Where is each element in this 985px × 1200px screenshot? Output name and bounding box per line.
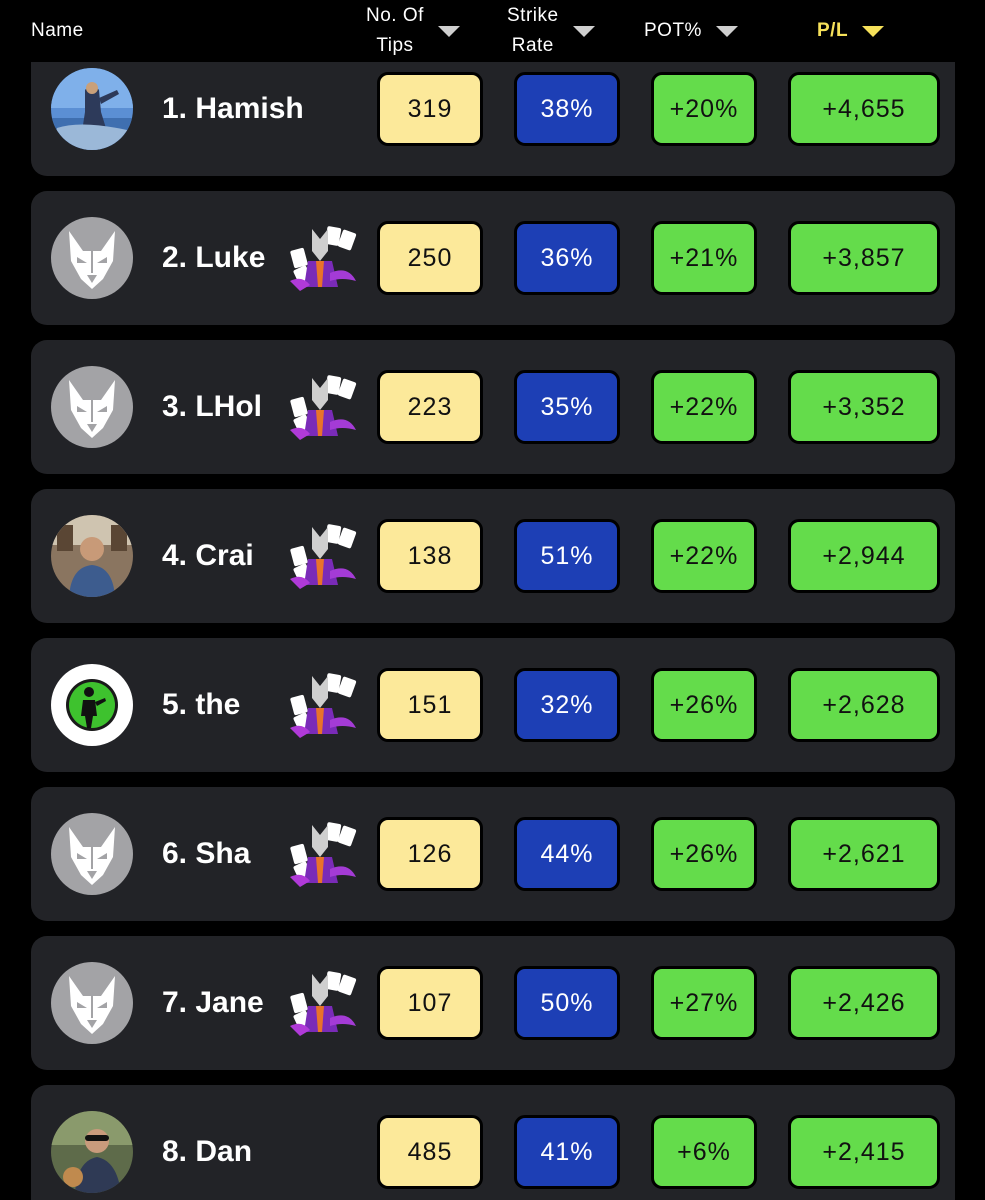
profit-loss: +2,415 bbox=[788, 1115, 940, 1189]
strike-rate: 35% bbox=[514, 370, 620, 444]
column-header-pot-label: POT% bbox=[644, 20, 702, 41]
leaderboard-row[interactable]: 8. Dan 485 41% +6% +2,415 bbox=[31, 1085, 955, 1200]
tips-label-line1: No. Of bbox=[366, 5, 424, 26]
joker-wolf-badge-icon bbox=[286, 966, 362, 1038]
profit-loss: +3,857 bbox=[788, 221, 940, 295]
leaderboard-row[interactable]: 2. Luke 250 36% +21% +3,857 bbox=[31, 191, 955, 325]
pot-percent: +22% bbox=[651, 370, 757, 444]
column-header-strike-rate[interactable]: Strike Rate bbox=[507, 0, 595, 62]
column-header-pl-label: P/L bbox=[817, 20, 849, 41]
leaderboard-row[interactable]: 3. LHol 223 35% +22% +3,352 bbox=[31, 340, 955, 474]
profit-loss: +2,621 bbox=[788, 817, 940, 891]
tips-count: 485 bbox=[377, 1115, 483, 1189]
leaderboard-row[interactable]: 6. Sha 126 44% +26% +2,621 bbox=[31, 787, 955, 921]
strike-rate: 38% bbox=[514, 72, 620, 146]
joker-wolf-badge-icon bbox=[286, 817, 362, 889]
profit-loss: +2,426 bbox=[788, 966, 940, 1040]
profit-loss: +2,628 bbox=[788, 668, 940, 742]
column-header-name[interactable]: Name bbox=[31, 0, 84, 62]
photo-avatar-icon[interactable] bbox=[51, 68, 133, 150]
strike-rate: 50% bbox=[514, 966, 620, 1040]
strike-rate: 41% bbox=[514, 1115, 620, 1189]
wolf-avatar-icon[interactable] bbox=[51, 217, 133, 299]
wolf-avatar-icon[interactable] bbox=[51, 962, 133, 1044]
strike-rate: 44% bbox=[514, 817, 620, 891]
sort-chevron-down-icon[interactable] bbox=[572, 25, 595, 37]
player-name[interactable]: 5. the bbox=[162, 682, 240, 728]
strike-rate: 32% bbox=[514, 668, 620, 742]
tips-count: 151 bbox=[377, 668, 483, 742]
strike-label-line1: Strike bbox=[507, 5, 559, 26]
joker-wolf-badge-icon bbox=[286, 668, 362, 740]
tips-count: 250 bbox=[377, 221, 483, 295]
photo-avatar-icon[interactable] bbox=[51, 1111, 133, 1193]
player-name[interactable]: 8. Dan bbox=[162, 1129, 252, 1175]
column-header-pl[interactable]: P/L bbox=[817, 0, 885, 62]
tips-count: 223 bbox=[377, 370, 483, 444]
sort-chevron-down-icon[interactable] bbox=[437, 25, 460, 37]
leaderboard-screen: 1. Hamish 319 38% +20% +4,655 2. Luke 25… bbox=[0, 0, 985, 1200]
tips-count: 138 bbox=[377, 519, 483, 593]
leaderboard-row[interactable]: 5. the 151 32% +26% +2,628 bbox=[31, 638, 955, 772]
wolf-avatar-icon[interactable] bbox=[51, 366, 133, 448]
tips-count: 126 bbox=[377, 817, 483, 891]
sort-chevron-down-icon[interactable] bbox=[715, 25, 738, 37]
player-name[interactable]: 2. Luke bbox=[162, 235, 265, 281]
tips-count: 107 bbox=[377, 966, 483, 1040]
joker-wolf-badge-icon bbox=[286, 370, 362, 442]
player-name[interactable]: 4. Crai bbox=[162, 533, 254, 579]
tips-label-line2: Tips bbox=[376, 35, 414, 56]
table-header: Name No. Of Tips Strike Rate POT% P/L bbox=[0, 0, 985, 62]
column-header-tips[interactable]: No. Of Tips bbox=[366, 0, 460, 62]
column-header-strike-label: Strike Rate bbox=[507, 1, 559, 61]
pot-percent: +27% bbox=[651, 966, 757, 1040]
strike-rate: 36% bbox=[514, 221, 620, 295]
column-header-pot[interactable]: POT% bbox=[644, 0, 738, 62]
sort-active-chevron-down-icon[interactable] bbox=[862, 25, 885, 37]
pot-percent: +21% bbox=[651, 221, 757, 295]
player-name[interactable]: 1. Hamish bbox=[162, 86, 304, 132]
pot-percent: +20% bbox=[651, 72, 757, 146]
player-name[interactable]: 3. LHol bbox=[162, 384, 262, 430]
player-name[interactable]: 7. Jane bbox=[162, 980, 264, 1026]
profit-loss: +3,352 bbox=[788, 370, 940, 444]
joker-wolf-badge-icon bbox=[286, 519, 362, 591]
tips-count: 319 bbox=[377, 72, 483, 146]
pot-percent: +6% bbox=[651, 1115, 757, 1189]
leaderboard-row[interactable]: 4. Crai 138 51% +22% +2,944 bbox=[31, 489, 955, 623]
player-name[interactable]: 6. Sha bbox=[162, 831, 250, 877]
profit-loss: +4,655 bbox=[788, 72, 940, 146]
strike-label-line2: Rate bbox=[511, 35, 554, 56]
column-header-name-label: Name bbox=[31, 20, 84, 41]
photo-avatar-icon[interactable] bbox=[51, 515, 133, 597]
pot-percent: +22% bbox=[651, 519, 757, 593]
green-silhouette-avatar-icon[interactable] bbox=[51, 664, 133, 746]
column-header-tips-label: No. Of Tips bbox=[366, 1, 424, 61]
strike-rate: 51% bbox=[514, 519, 620, 593]
pot-percent: +26% bbox=[651, 668, 757, 742]
joker-wolf-badge-icon bbox=[286, 221, 362, 293]
pot-percent: +26% bbox=[651, 817, 757, 891]
leaderboard-list[interactable]: 1. Hamish 319 38% +20% +4,655 2. Luke 25… bbox=[0, 0, 985, 1200]
wolf-avatar-icon[interactable] bbox=[51, 813, 133, 895]
leaderboard-row[interactable]: 7. Jane 107 50% +27% +2,426 bbox=[31, 936, 955, 1070]
profit-loss: +2,944 bbox=[788, 519, 940, 593]
leaderboard-row[interactable]: 1. Hamish 319 38% +20% +4,655 bbox=[31, 42, 955, 176]
